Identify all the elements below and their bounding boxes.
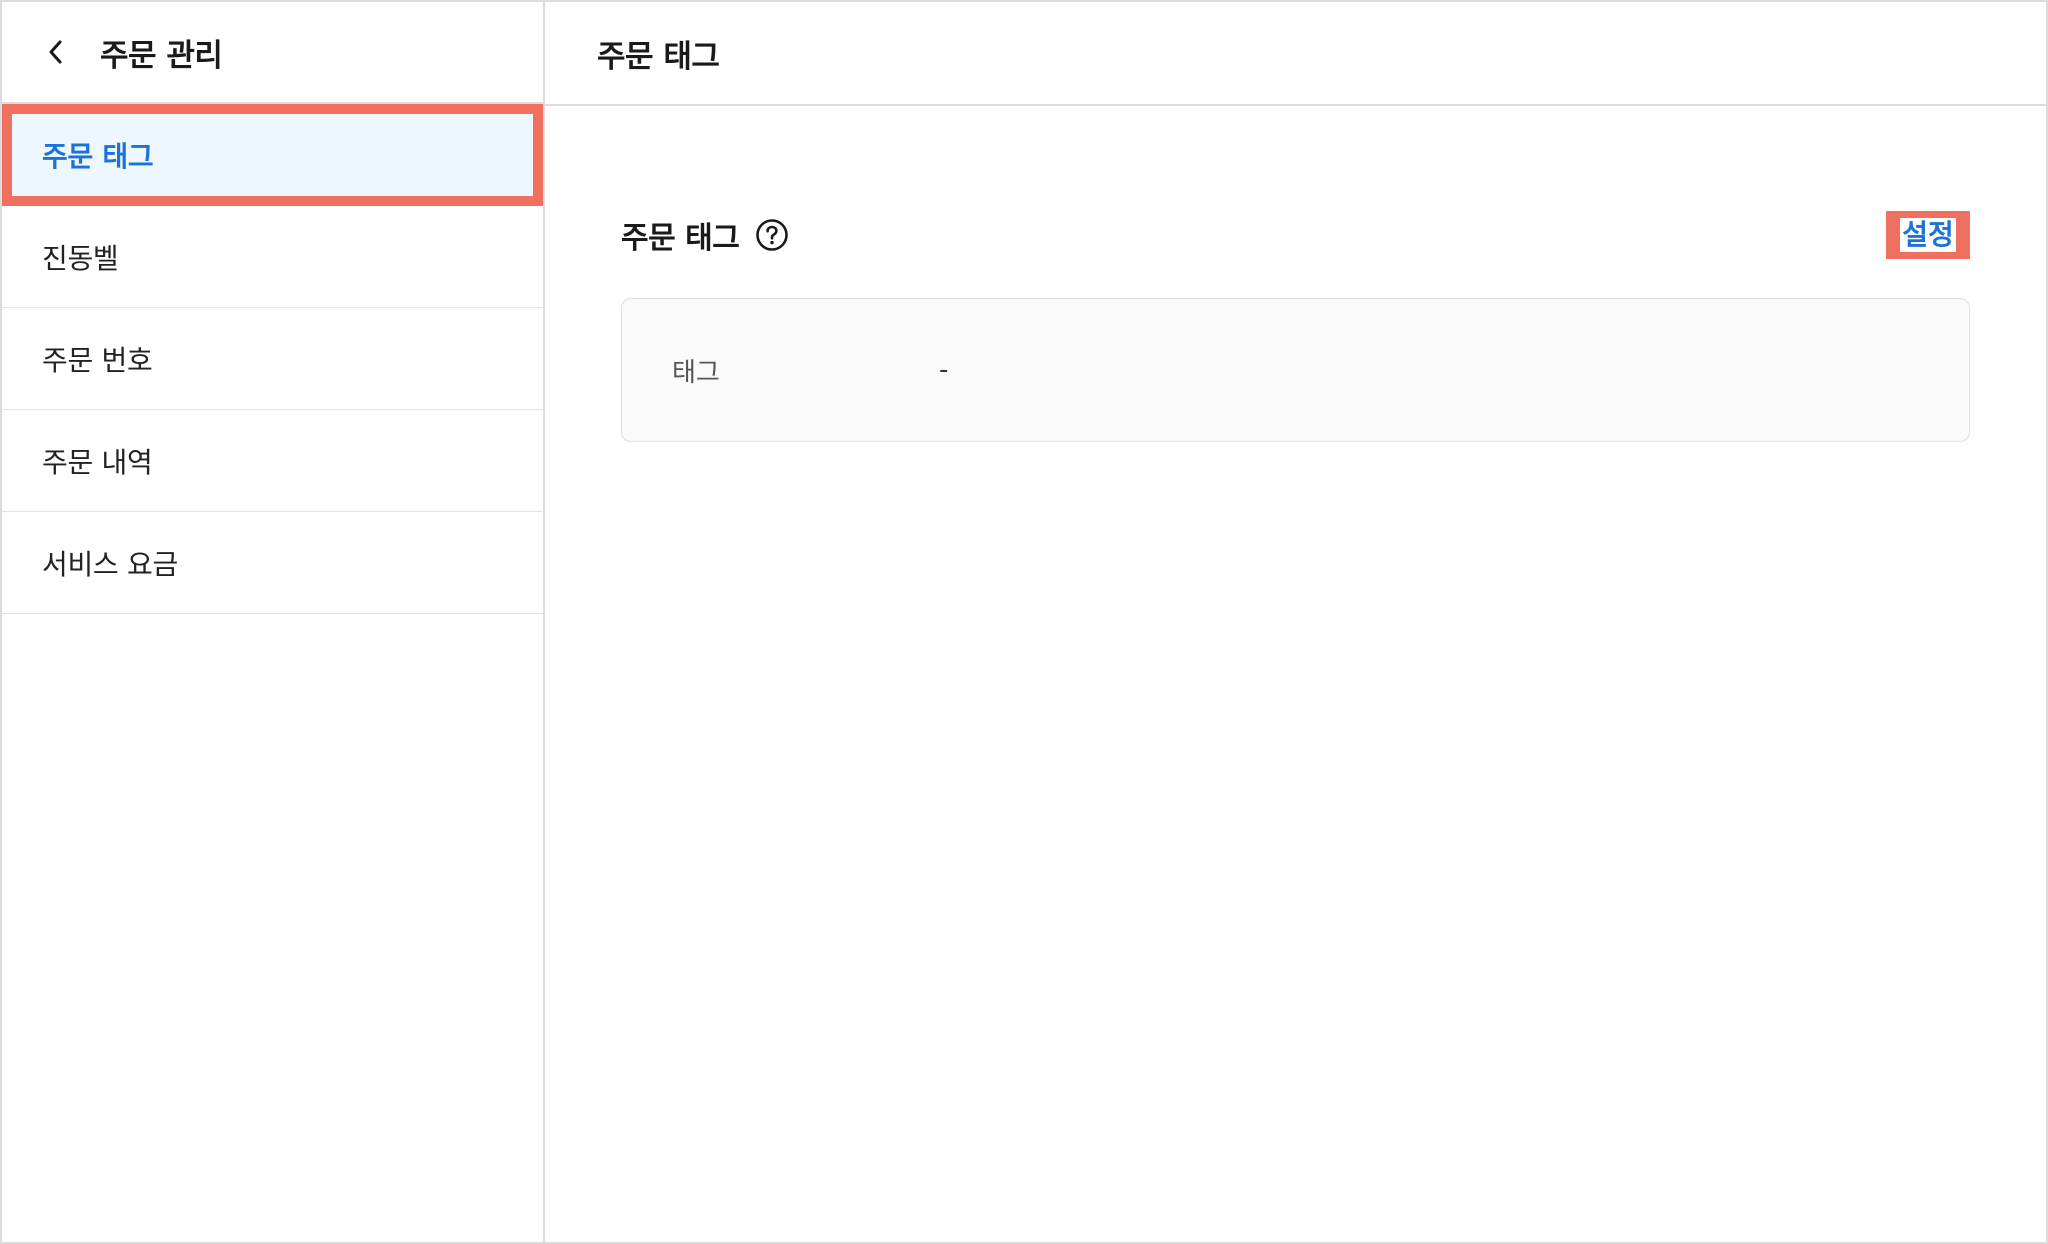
main-panel: 주문 태그 주문 태그 설정 태그 - [545, 2, 2046, 1242]
sidebar-header: 주문 관리 [2, 2, 543, 104]
page-title: 주문 태그 [545, 2, 2046, 106]
sidebar-item-order-number[interactable]: 주문 번호 [2, 308, 543, 410]
sidebar-item-label: 주문 내역 [42, 445, 153, 479]
sidebar-item-vibration-bell[interactable]: 진동벨 [2, 206, 543, 308]
settings-button[interactable]: 설정 [1886, 211, 1970, 259]
sidebar-item-label: 서비스 요금 [42, 547, 178, 581]
sidebar-item-label: 주문 번호 [42, 343, 153, 377]
back-button[interactable] [30, 26, 82, 78]
sidebar-item-order-history[interactable]: 주문 내역 [2, 410, 543, 512]
content-area: 주문 태그 설정 태그 - [545, 106, 2046, 442]
question-circle-icon[interactable] [755, 218, 789, 252]
sidebar-item-service-fee[interactable]: 서비스 요금 [2, 512, 543, 614]
tag-label: 태그 [672, 357, 720, 388]
section-header: 주문 태그 설정 [621, 210, 1970, 260]
tag-value: - [939, 355, 949, 385]
sidebar: 주문 관리 주문 태그 진동벨 주문 번호 주문 내역 서비스 요금 [2, 2, 545, 1242]
sidebar-item-label: 진동벨 [42, 241, 119, 275]
sidebar-title: 주문 관리 [100, 37, 223, 74]
app-window: 주문 관리 주문 태그 진동벨 주문 번호 주문 내역 서비스 요금 주문 태그… [0, 0, 2048, 1244]
section-title-group: 주문 태그 [621, 213, 789, 257]
settings-button-label: 설정 [1900, 218, 1956, 252]
sidebar-item-label: 주문 태그 [42, 140, 154, 173]
chevron-left-icon [49, 40, 62, 64]
tag-info-card: 태그 - [621, 298, 1970, 442]
section-title: 주문 태그 [621, 221, 740, 256]
sidebar-item-order-tag[interactable]: 주문 태그 [2, 104, 543, 206]
